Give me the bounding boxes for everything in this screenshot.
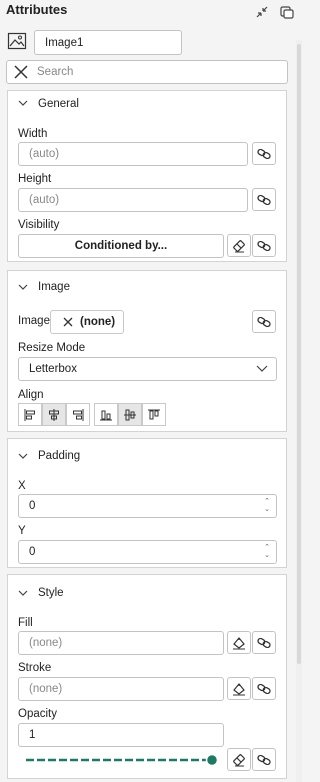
padding-chevron-icon[interactable]	[18, 449, 28, 463]
image-chevron-icon[interactable]	[18, 280, 28, 294]
align-top-icon	[147, 408, 161, 422]
scrollbar-thumb[interactable]	[297, 44, 301, 664]
link-icon	[257, 194, 271, 205]
eraser-icon	[232, 753, 246, 767]
opacity-slider[interactable]	[24, 753, 220, 767]
padding-x-input[interactable]: 0 ⌃ ⌄	[18, 494, 277, 518]
search-placeholder: Search	[37, 66, 74, 78]
paint-bucket-icon	[232, 682, 246, 696]
paint-bucket-icon	[232, 636, 246, 650]
resize-mode-value: Letterbox	[29, 363, 77, 375]
stepper-up-icon[interactable]: ⌃	[262, 498, 272, 506]
align-right-icon	[71, 408, 85, 422]
padding-x-value: 0	[29, 500, 36, 512]
align-right-button[interactable]	[66, 403, 90, 426]
align-left-icon	[23, 408, 37, 422]
visibility-conditioned-button[interactable]: Conditioned by...	[18, 234, 224, 258]
link-icon	[257, 240, 271, 251]
style-heading[interactable]: Style	[38, 587, 64, 599]
width-placeholder: (auto)	[29, 148, 60, 160]
clear-image-icon[interactable]	[63, 317, 73, 327]
align-middle-button[interactable]	[118, 403, 142, 426]
opacity-clear-button[interactable]	[227, 748, 251, 771]
align-group	[18, 403, 166, 426]
collapse-icon[interactable]	[254, 4, 272, 20]
height-link-button[interactable]	[252, 188, 276, 211]
opacity-link-button[interactable]	[252, 748, 276, 771]
fill-link-button[interactable]	[252, 631, 276, 654]
height-placeholder: (auto)	[29, 194, 60, 206]
resize-mode-label: Resize Mode	[18, 342, 86, 354]
fill-color-button[interactable]	[227, 631, 251, 654]
link-icon	[257, 754, 271, 765]
close-icon[interactable]	[13, 64, 29, 80]
opacity-value: 1	[29, 729, 36, 741]
visibility-label: Visibility	[18, 219, 60, 231]
visibility-link-button[interactable]	[252, 234, 276, 257]
align-center-button[interactable]	[42, 403, 66, 426]
width-link-button[interactable]	[252, 142, 276, 165]
resize-mode-select[interactable]: Letterbox	[18, 357, 277, 381]
stroke-placeholder: (none)	[29, 683, 63, 695]
image-link-button[interactable]	[252, 310, 276, 333]
popout-icon[interactable]	[279, 4, 297, 20]
align-bottom-button[interactable]	[94, 403, 118, 426]
padding-x-stepper[interactable]: ⌃ ⌄	[262, 498, 272, 514]
chevron-down-icon	[256, 365, 268, 373]
visibility-clear-button[interactable]	[227, 234, 251, 257]
search-input[interactable]: Search	[6, 60, 288, 84]
slider-thumb[interactable]	[205, 753, 219, 767]
link-icon	[257, 148, 271, 159]
align-label: Align	[18, 389, 44, 401]
padding-y-value: 0	[29, 546, 36, 558]
align-bottom-icon	[99, 408, 113, 422]
padding-y-stepper[interactable]: ⌃ ⌄	[262, 544, 272, 560]
stepper-up-icon[interactable]: ⌃	[262, 544, 272, 552]
image-source-value: (none)	[80, 316, 116, 328]
image-source-label: Image	[18, 315, 50, 327]
general-heading[interactable]: General	[38, 98, 79, 110]
opacity-input[interactable]: 1	[18, 723, 224, 747]
stepper-down-icon[interactable]: ⌄	[262, 506, 272, 514]
fill-placeholder: (none)	[29, 637, 63, 649]
style-chevron-icon[interactable]	[18, 586, 28, 600]
element-name-value: Image1	[45, 36, 84, 49]
stepper-down-icon[interactable]: ⌄	[262, 552, 272, 560]
stroke-link-button[interactable]	[252, 677, 276, 700]
link-icon	[257, 316, 271, 327]
link-icon	[257, 637, 271, 648]
image-source-picker[interactable]: (none)	[50, 310, 124, 334]
stroke-input[interactable]: (none)	[18, 677, 224, 701]
padding-heading[interactable]: Padding	[38, 450, 80, 462]
link-icon	[257, 683, 271, 694]
padding-x-label: X	[18, 480, 26, 492]
panel-title: Attributes	[6, 2, 68, 17]
image-type-icon	[7, 32, 27, 50]
element-name-input[interactable]: Image1	[34, 30, 182, 55]
width-input[interactable]: (auto)	[18, 142, 248, 166]
padding-y-label: Y	[18, 525, 26, 537]
height-label: Height	[18, 173, 52, 185]
stroke-color-button[interactable]	[227, 677, 251, 700]
stroke-label: Stroke	[18, 662, 52, 674]
fill-label: Fill	[18, 617, 33, 629]
align-middle-icon	[123, 408, 137, 422]
eraser-icon	[232, 239, 246, 253]
height-input[interactable]: (auto)	[18, 188, 248, 212]
fill-input[interactable]: (none)	[18, 631, 224, 655]
image-heading[interactable]: Image	[38, 281, 70, 293]
opacity-label: Opacity	[18, 708, 57, 720]
align-center-icon	[47, 408, 61, 422]
padding-y-input[interactable]: 0 ⌃ ⌄	[18, 540, 277, 564]
general-chevron-icon[interactable]	[18, 96, 28, 110]
align-left-button[interactable]	[18, 403, 42, 426]
align-top-button[interactable]	[142, 403, 166, 426]
width-label: Width	[18, 128, 48, 140]
